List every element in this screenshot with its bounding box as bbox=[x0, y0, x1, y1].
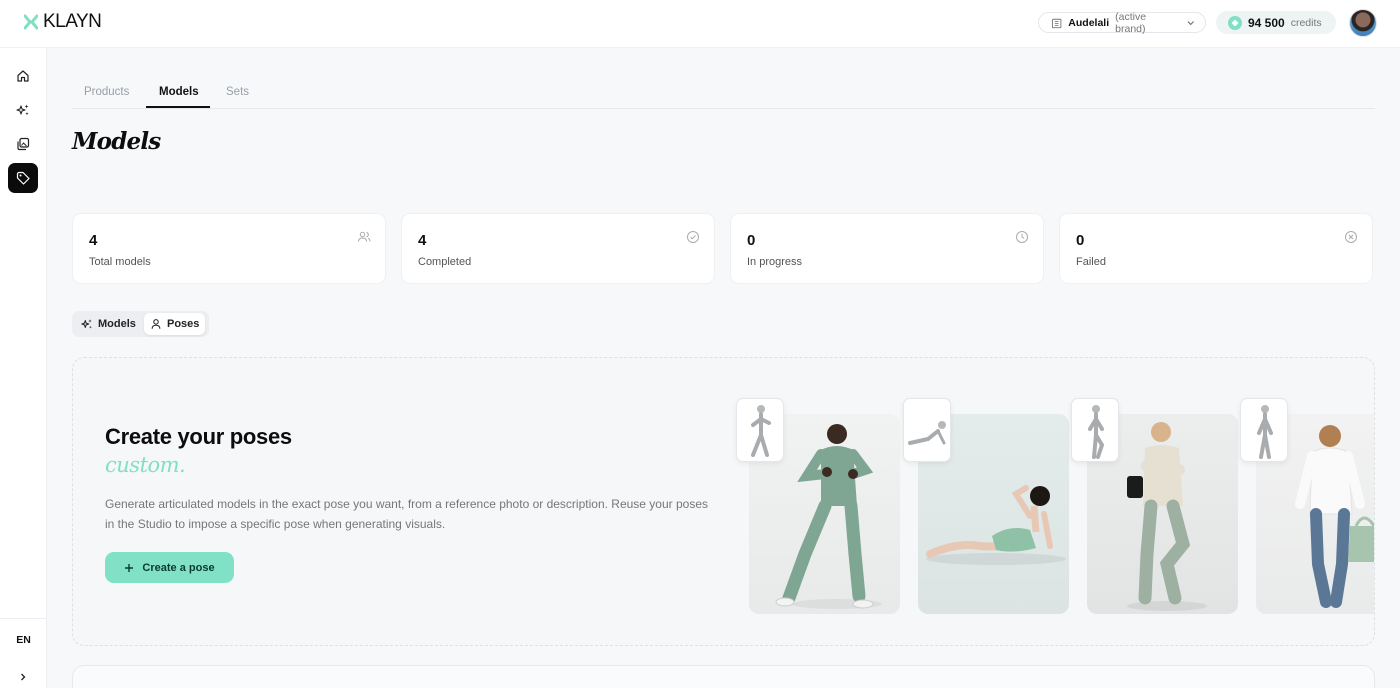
stat-card-total-models: 4 Total models bbox=[72, 213, 386, 284]
segment-models-button[interactable]: Models bbox=[75, 313, 142, 335]
brand-selector[interactable]: Audelali (active brand) bbox=[1038, 10, 1206, 35]
create-pose-button[interactable]: Create a pose bbox=[105, 552, 234, 583]
credits-badge[interactable]: 94 500 credits bbox=[1216, 11, 1336, 34]
stat-value: 4 bbox=[418, 232, 427, 249]
check-circle-icon bbox=[687, 231, 699, 243]
stat-value: 0 bbox=[747, 232, 756, 249]
segment-models-label: Models bbox=[98, 318, 136, 330]
brand-suffix: (active brand) bbox=[1115, 10, 1147, 35]
building-icon bbox=[1051, 18, 1062, 28]
plus-icon bbox=[125, 563, 134, 572]
sparkles-icon bbox=[81, 319, 92, 329]
language-switch[interactable]: EN bbox=[0, 634, 47, 646]
create-pose-label: Create a pose bbox=[142, 561, 215, 574]
logo-mark-icon bbox=[24, 14, 38, 30]
person-icon bbox=[151, 319, 161, 329]
sidebar-item-gallery[interactable] bbox=[8, 129, 38, 159]
users-icon bbox=[358, 231, 371, 242]
tag-icon bbox=[16, 171, 30, 185]
catalog-tabs: Products Models Sets bbox=[72, 78, 1375, 109]
images-icon bbox=[17, 137, 30, 151]
hero-description: Generate articulated models in the exact… bbox=[105, 497, 708, 531]
models-list-card bbox=[72, 665, 1375, 688]
stat-card-failed: 0 Failed bbox=[1059, 213, 1373, 284]
stat-value: 0 bbox=[1076, 232, 1085, 249]
tab-sets[interactable]: Sets bbox=[226, 86, 249, 109]
sparkles-icon bbox=[16, 104, 29, 116]
chevron-right-icon bbox=[21, 673, 26, 681]
klayn-logo[interactable]: KLAYN bbox=[24, 11, 102, 32]
clock-icon bbox=[1016, 231, 1028, 243]
credits-value: 94 500 bbox=[1248, 15, 1285, 30]
stat-card-completed: 4 Completed bbox=[401, 213, 715, 284]
brand-name: Audelali bbox=[1068, 16, 1110, 29]
segment-poses-label: Poses bbox=[167, 318, 200, 330]
logo-text: KLAYN bbox=[43, 11, 102, 32]
create-pose-hero: Create your poses custom. Generate artic… bbox=[72, 357, 1375, 646]
stat-value: 4 bbox=[89, 232, 98, 249]
sidebar-item-catalog[interactable] bbox=[8, 163, 38, 193]
x-circle-icon bbox=[1345, 231, 1357, 243]
hero-accent-text: custom. bbox=[105, 453, 186, 477]
stat-label: Completed bbox=[418, 256, 472, 268]
sidebar-divider bbox=[0, 618, 47, 619]
stat-card-in-progress: 0 In progress bbox=[730, 213, 1044, 284]
active-tab-indicator bbox=[146, 106, 210, 108]
expand-sidebar-button[interactable] bbox=[14, 668, 32, 686]
segment-poses-button[interactable]: Poses bbox=[144, 313, 206, 335]
models-poses-toggle: Models Poses bbox=[72, 311, 209, 337]
reference-pose-thumbnail bbox=[903, 398, 951, 462]
home-icon bbox=[17, 70, 29, 82]
sidebar-item-home[interactable] bbox=[8, 61, 38, 91]
stat-label: In progress bbox=[747, 256, 803, 268]
stat-label: Total models bbox=[89, 256, 151, 268]
credits-icon bbox=[1228, 15, 1242, 30]
user-avatar[interactable] bbox=[1349, 9, 1377, 37]
reference-pose-thumbnail bbox=[736, 398, 784, 462]
top-bar: KLAYN Audelali (active brand) 94 500 cre… bbox=[0, 0, 1400, 48]
reference-pose-thumbnail bbox=[1240, 398, 1288, 462]
sidebar-item-generate[interactable] bbox=[8, 95, 38, 125]
credits-label: credits bbox=[1290, 16, 1322, 29]
chevron-down-icon bbox=[1187, 20, 1194, 25]
sidebar: EN bbox=[0, 48, 47, 688]
page-title: Models bbox=[72, 128, 161, 155]
stat-label: Failed bbox=[1076, 256, 1106, 268]
hero-title: Create your poses bbox=[105, 424, 292, 449]
reference-pose-thumbnail bbox=[1071, 398, 1119, 462]
tab-products[interactable]: Products bbox=[84, 86, 129, 109]
